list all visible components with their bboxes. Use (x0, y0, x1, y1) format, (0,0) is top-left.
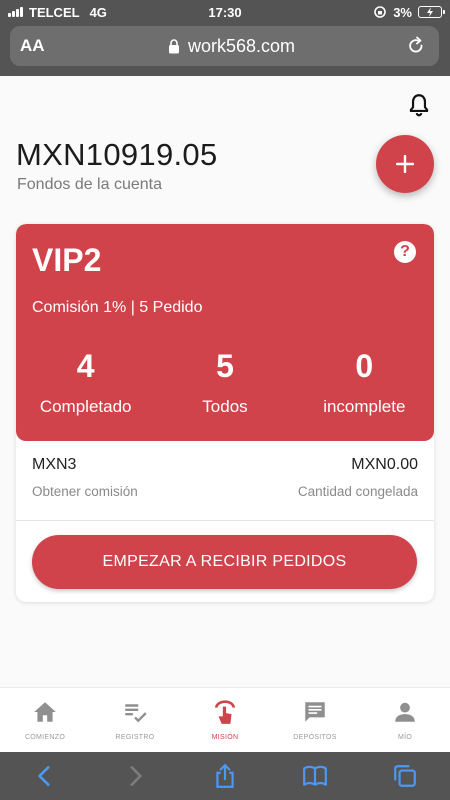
commission-value: MXN3 (32, 456, 77, 473)
chat-icon (305, 702, 325, 722)
tab-label: MISIÓN (211, 734, 239, 741)
carrier: TELCEL (29, 4, 80, 20)
tab-label: COMIENZO (24, 734, 66, 741)
frozen-amount-value: MXN0.00 (351, 456, 418, 473)
bottom-tab-bar: COMIENZO REGISTRO MISIÓN DEPÓSITOS MÍO (0, 687, 450, 752)
reader-text-size-button[interactable]: AA (20, 36, 60, 56)
vip-commission-info: Comisión 1% | 5 Pedido (32, 299, 203, 316)
battery-percent: 3% (393, 4, 412, 20)
tab-label: REGISTRO (115, 734, 155, 741)
stat-incomplete: 0 incomplete (295, 348, 434, 417)
frozen-amount-label: Cantidad congelada (297, 484, 418, 499)
stat-label: incomplete (323, 397, 406, 416)
share-icon[interactable] (212, 763, 238, 789)
tab-comienzo[interactable]: COMIENZO (0, 688, 90, 752)
record-list-icon (125, 704, 147, 723)
help-icon[interactable]: ? (394, 241, 416, 263)
tabs-icon[interactable] (392, 763, 418, 789)
stat-label: Completado (39, 397, 132, 416)
order-stats: 4 Completado 5 Todos 0 incomplete (16, 348, 434, 417)
stat-value: 0 (355, 348, 374, 384)
start-orders-button[interactable]: EMPEZAR A RECIBIR PEDIDOS (32, 535, 417, 589)
signal-icon (8, 7, 23, 17)
network-type: 4G (89, 4, 107, 20)
divider (16, 520, 434, 521)
tab-mio[interactable]: MÍO (360, 688, 450, 752)
url-field[interactable]: work568.com (60, 36, 403, 57)
plus-icon (396, 155, 414, 173)
vip-panel: VIP2 ? Comisión 1% | 5 Pedido 4 Completa… (16, 224, 434, 441)
stat-completed: 4 Completado (16, 348, 155, 417)
bookmarks-icon[interactable] (302, 763, 328, 789)
bell-icon[interactable] (406, 92, 432, 118)
commission-label: Obtener comisión (32, 484, 138, 499)
stat-label: Todos (202, 397, 248, 416)
url-text: work568.com (187, 35, 296, 56)
status-bar: TELCEL 4G 17:30 3% (0, 0, 450, 24)
tab-registro[interactable]: REGISTRO (90, 688, 180, 752)
stat-value: 4 (76, 348, 95, 384)
url-bar[interactable]: AA work568.com (10, 26, 439, 66)
mission-card: VIP2 ? Comisión 1% | 5 Pedido 4 Completa… (16, 224, 434, 602)
vip-level: VIP2 (32, 242, 102, 278)
commission-row: MXN3 Obtener comisión MXN0.00 Cantidad c… (32, 456, 418, 499)
battery-icon (418, 6, 445, 18)
forward-icon[interactable] (122, 763, 148, 789)
account-balance: MXN10919.05 (16, 137, 218, 172)
tab-mision[interactable]: MISIÓN (180, 688, 270, 752)
person-icon (395, 702, 415, 722)
safari-toolbar (0, 752, 450, 800)
mission-hand-icon (215, 700, 235, 724)
account-balance-label: Fondos de la cuenta (17, 176, 162, 193)
stat-total: 5 Todos (155, 348, 294, 417)
browser-chrome: TELCEL 4G 17:30 3% AA work568.com (0, 0, 450, 76)
tab-depositos[interactable]: DEPÓSITOS (270, 688, 360, 752)
back-icon[interactable] (32, 763, 58, 789)
reload-icon[interactable] (403, 33, 429, 59)
home-icon (34, 702, 56, 722)
lock-icon (168, 38, 179, 53)
tab-label: DEPÓSITOS (293, 734, 337, 741)
page: MXN10919.05 Fondos de la cuenta VIP2 ? C… (0, 76, 450, 687)
tab-label: MÍO (397, 734, 413, 741)
stat-value: 5 (216, 348, 234, 384)
orientation-lock-icon (374, 6, 387, 18)
add-funds-button[interactable] (376, 135, 434, 193)
